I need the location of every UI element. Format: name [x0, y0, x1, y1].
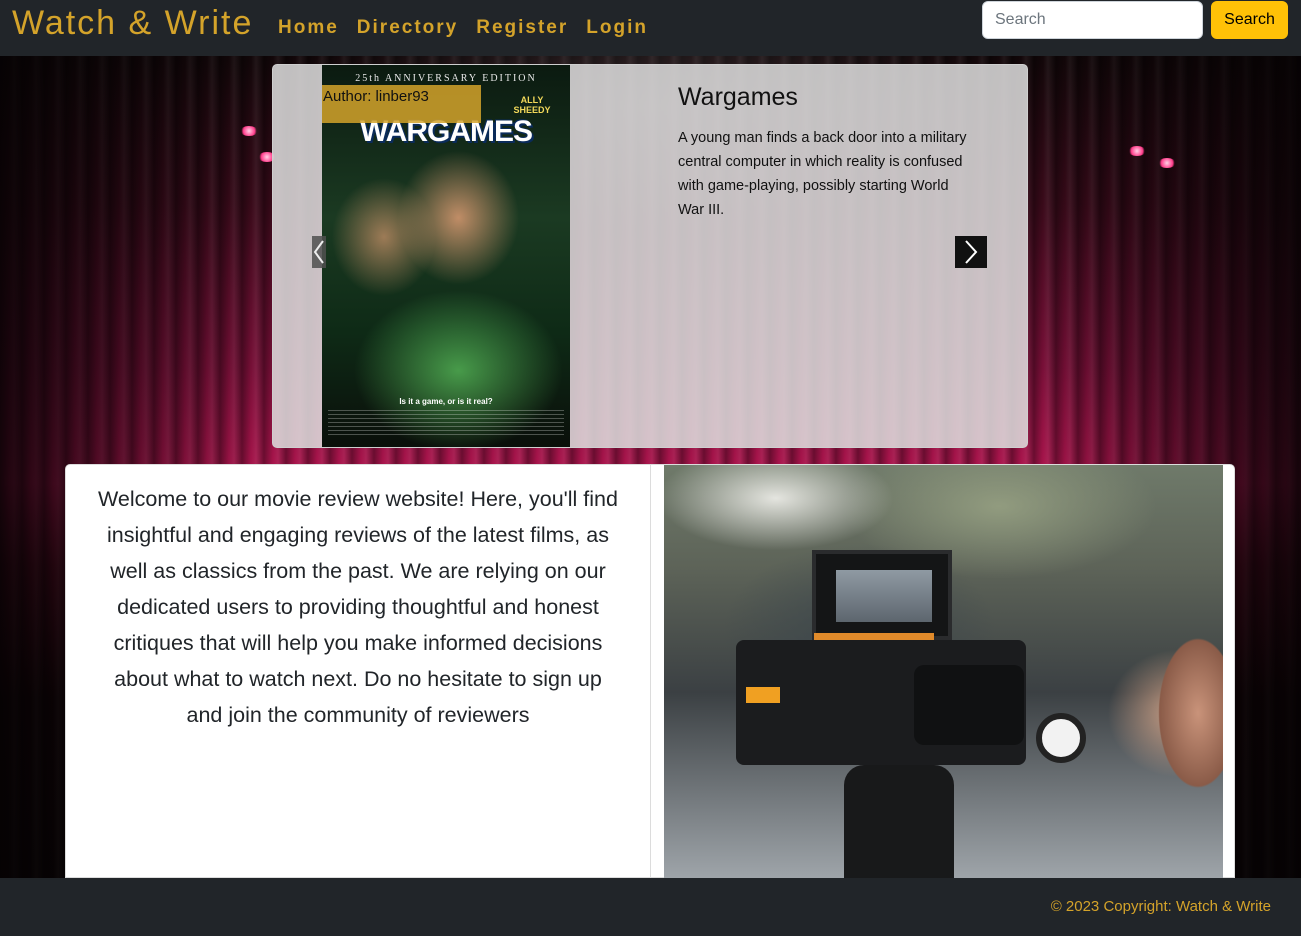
stage-light [1158, 158, 1176, 168]
welcome-card: Welcome to our movie review website! Her… [65, 464, 651, 878]
poster-cast: ALLY SHEEDY [513, 95, 551, 115]
poster-tagline: Is it a game, or is it real? [399, 397, 493, 406]
welcome-text: Welcome to our movie review website! Her… [98, 487, 618, 727]
brand-logo[interactable]: Watch & Write [12, 4, 253, 43]
chevron-left-icon [313, 240, 324, 264]
photo-person [1154, 635, 1223, 879]
photo-camera-monitor [812, 550, 952, 640]
photo-tripod-head [844, 765, 954, 879]
nav-home-link[interactable]: Home [278, 17, 339, 39]
nav-links: Home Directory Register Login [278, 17, 648, 39]
carousel-prev-button[interactable] [312, 236, 326, 268]
stage-light [240, 126, 258, 136]
author-badge: Author: linber93 [322, 85, 481, 123]
photo-focus-dial [1036, 713, 1086, 763]
movie-description: A young man finds a back door into a mil… [678, 130, 967, 218]
copyright-text: © 2023 Copyright: Watch & Write [1050, 898, 1271, 915]
photo-camera-battery [746, 687, 780, 703]
nav-register-link[interactable]: Register [476, 17, 568, 39]
image-card [650, 464, 1235, 879]
poster-credits [328, 410, 564, 438]
chevron-right-icon [965, 240, 978, 264]
photo-camera-screen [836, 570, 932, 622]
movie-title: Wargames [678, 83, 798, 111]
navbar: Watch & Write Home Directory Register Lo… [0, 0, 1301, 56]
search-input[interactable] [982, 1, 1203, 39]
photo-camera-lens [914, 665, 1024, 745]
movie-carousel: 25th ANNIVERSARY EDITION ALLY SHEEDY WAR… [272, 64, 1028, 448]
nav-directory-link[interactable]: Directory [357, 17, 458, 39]
search-button[interactable]: Search [1211, 1, 1288, 39]
nav-login-link[interactable]: Login [586, 17, 648, 39]
film-camera-photo [664, 465, 1223, 879]
footer: © 2023 Copyright: Watch & Write [0, 878, 1301, 936]
stage-light [1128, 146, 1146, 156]
poster-top-line: 25th ANNIVERSARY EDITION [355, 73, 537, 84]
carousel-next-button[interactable] [955, 236, 987, 268]
